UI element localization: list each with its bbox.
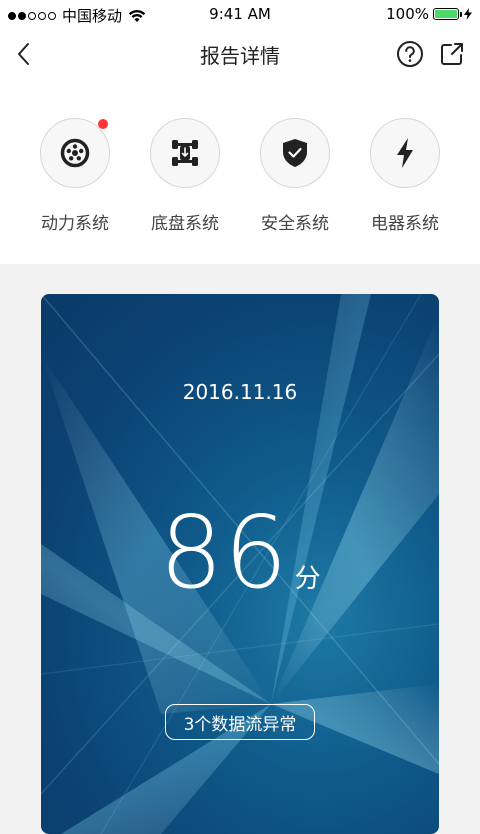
chassis-icon [172, 140, 198, 166]
charging-icon [464, 8, 472, 20]
report-date: 2016.11.16 [182, 380, 298, 404]
shield-check-icon [283, 139, 307, 167]
system-icon-circle [40, 118, 110, 188]
nav-bar: 报告详情 [0, 28, 480, 80]
share-button[interactable] [438, 40, 466, 68]
system-icon-circle [260, 118, 330, 188]
battery-level [435, 10, 457, 18]
system-item-power[interactable]: 动力系统 [20, 118, 130, 234]
system-item-electrical[interactable]: 电器系统 [350, 118, 460, 234]
system-categories: 动力系统 底盘系统 安全系统 电器系统 [0, 80, 480, 264]
system-item-chassis[interactable]: 底盘系统 [130, 118, 240, 234]
battery-icon [433, 8, 462, 20]
report-score-card[interactable]: 2016.11.16 86 分 3个数据流异常 [41, 294, 439, 834]
score-value: 86 [159, 494, 289, 611]
lightning-icon [397, 138, 413, 168]
status-right: 100% [386, 5, 472, 23]
system-label: 动力系统 [41, 214, 109, 234]
score-display: 86 分 [41, 494, 439, 611]
battery-percent: 100% [386, 5, 429, 23]
system-item-safety[interactable]: 安全系统 [240, 118, 350, 234]
status-bar: 中国移动 9:41 AM 100% [0, 0, 480, 28]
share-icon [441, 43, 463, 65]
help-button[interactable] [396, 40, 424, 68]
system-icon-circle [150, 118, 220, 188]
system-label: 电器系统 [371, 214, 439, 234]
score-unit: 分 [294, 564, 321, 594]
system-label: 底盘系统 [151, 214, 219, 234]
anomaly-badge-button[interactable]: 3个数据流异常 [165, 704, 315, 740]
alert-dot [98, 119, 108, 129]
system-label: 安全系统 [261, 214, 329, 234]
question-circle-icon [397, 41, 423, 67]
tire-icon [60, 138, 90, 168]
system-icon-circle [370, 118, 440, 188]
